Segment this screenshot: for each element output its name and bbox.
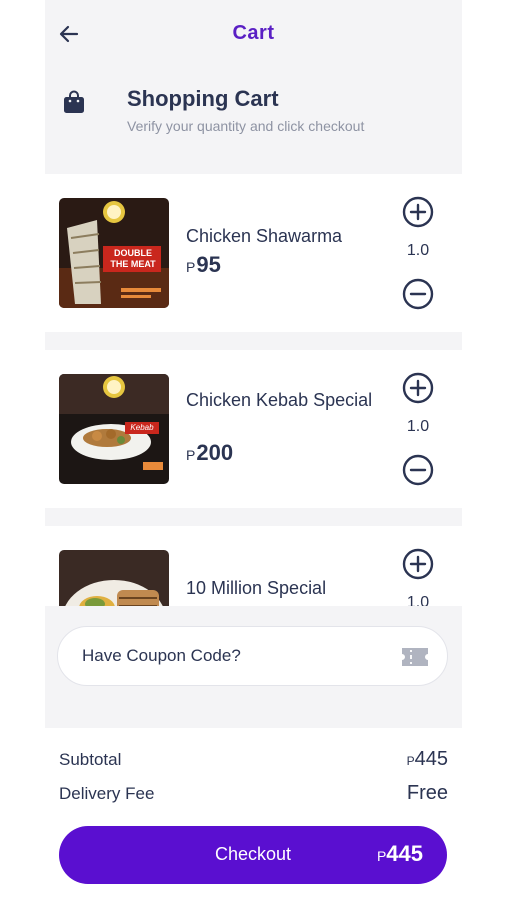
item-image-text: Kebab [130,423,154,432]
cart-item: DOUBLE THE MEAT Chicken Shawarma P95 1.0 [45,174,462,332]
plus-circle-icon[interactable] [402,372,434,404]
currency-symbol: P [186,447,196,463]
item-quantity: 1.0 [406,242,430,259]
minus-circle-icon[interactable] [402,278,434,310]
item-name: Chicken Shawarma [186,226,343,246]
delivery-fee-label: Delivery Fee [59,784,155,803]
subtotal-label: Subtotal [59,750,122,769]
currency-symbol: P [186,259,196,275]
currency-symbol: P [406,754,415,768]
item-price-value: 95 [196,252,221,277]
currency-symbol: P [376,848,387,864]
item-quantity: 1.0 [406,418,430,435]
coupon-field[interactable]: Have Coupon Code? [57,626,448,686]
item-name: Chicken Kebab Special [186,390,373,410]
item-image: DOUBLE THE MEAT [59,198,169,308]
section-subtitle: Verify your quantity and click checkout [127,118,365,134]
page-title: Cart [232,22,275,44]
cart-item: Kebab Chicken Kebab Special P200 1.0 [45,350,462,508]
shopping-bag-icon [64,90,84,113]
item-price: P95 [186,252,221,278]
order-summary: Subtotal P445 Delivery Fee Free Checkout… [45,728,462,900]
section-title: Shopping Cart [127,86,279,111]
item-name: 10 Million Special [186,578,327,598]
cart-list[interactable]: DOUBLE THE MEAT Chicken Shawarma P95 1.0 [45,174,462,606]
item-price: P200 [186,440,233,466]
item-image-text: DOUBLE THE MEAT [110,248,156,269]
delivery-fee-value: Free [406,782,448,804]
coupon-label: Have Coupon Code? [82,646,241,665]
ticket-icon [402,648,428,666]
subtotal-amount: 445 [414,748,448,770]
subtotal-value: P445 [407,748,448,771]
checkout-button[interactable]: Checkout P445 [59,826,447,884]
item-image [59,550,169,606]
app-screen: Cart Shopping Cart Verify your quantity … [45,0,462,900]
header: Cart Shopping Cart Verify your quantity … [45,0,462,172]
checkout-total-amount: 445 [386,841,423,866]
checkout-total: P445 [377,841,423,867]
minus-circle-icon[interactable] [402,454,434,486]
plus-circle-icon[interactable] [402,548,434,580]
plus-circle-icon[interactable] [402,196,434,228]
item-price-value: 200 [196,440,234,465]
item-quantity: 1.0 [406,594,430,606]
cart-item: 10 Million Special 1.0 [45,526,462,606]
item-image: Kebab [59,374,169,484]
